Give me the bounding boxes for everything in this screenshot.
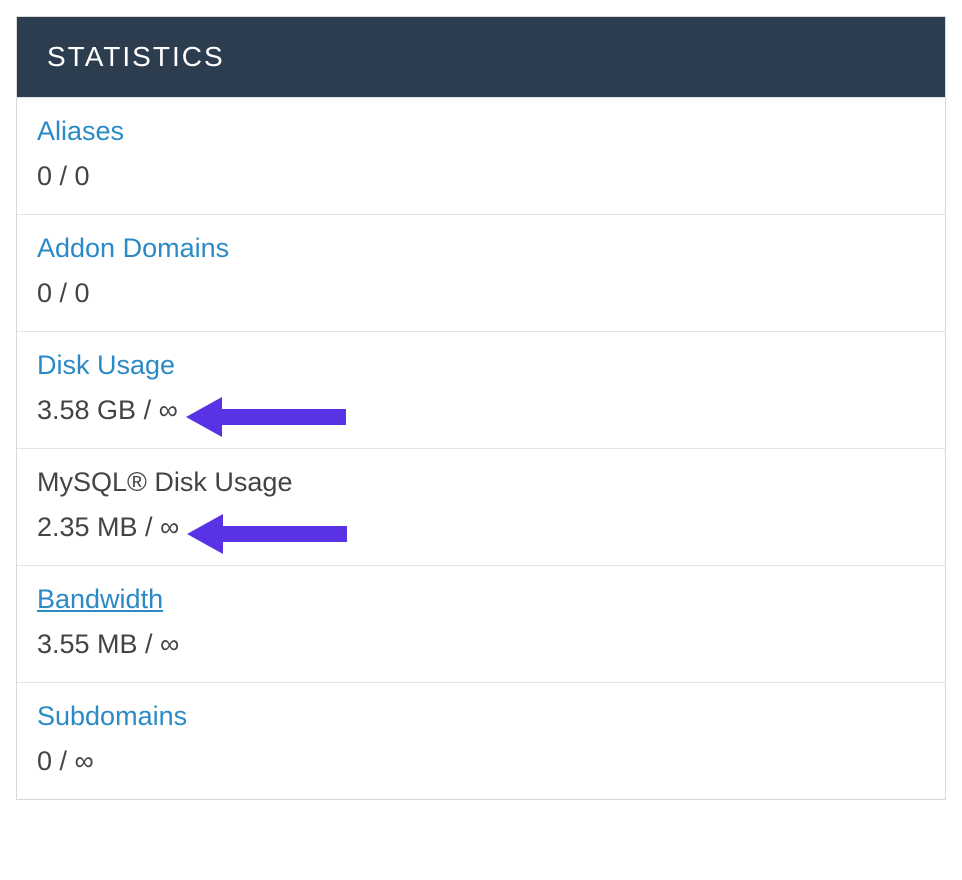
arrow-annotation-icon bbox=[187, 512, 347, 556]
subdomains-link[interactable]: Subdomains bbox=[37, 701, 187, 732]
panel-title: STATISTICS bbox=[17, 17, 945, 97]
stat-row-disk-usage: Disk Usage 3.58 GB / ∞ bbox=[17, 331, 945, 448]
stat-row-addon-domains: Addon Domains 0 / 0 bbox=[17, 214, 945, 331]
addon-domains-link[interactable]: Addon Domains bbox=[37, 233, 229, 264]
stat-row-bandwidth: Bandwidth 3.55 MB / ∞ bbox=[17, 565, 945, 682]
stat-row-aliases: Aliases 0 / 0 bbox=[17, 97, 945, 214]
mysql-disk-usage-value: 2.35 MB / ∞ bbox=[37, 512, 179, 543]
statistics-panel: STATISTICS Aliases 0 / 0 Addon Domains 0… bbox=[16, 16, 946, 800]
mysql-disk-usage-label: MySQL® Disk Usage bbox=[37, 467, 292, 498]
stat-row-subdomains: Subdomains 0 / ∞ bbox=[17, 682, 945, 799]
stat-row-mysql-disk-usage: MySQL® Disk Usage 2.35 MB / ∞ bbox=[17, 448, 945, 565]
bandwidth-link[interactable]: Bandwidth bbox=[37, 584, 163, 615]
disk-usage-link[interactable]: Disk Usage bbox=[37, 350, 175, 381]
disk-usage-value: 3.58 GB / ∞ bbox=[37, 395, 178, 426]
aliases-link[interactable]: Aliases bbox=[37, 116, 124, 147]
subdomains-value: 0 / ∞ bbox=[37, 746, 94, 777]
addon-domains-value: 0 / 0 bbox=[37, 278, 90, 309]
arrow-annotation-icon bbox=[186, 395, 346, 439]
bandwidth-value: 3.55 MB / ∞ bbox=[37, 629, 179, 660]
aliases-value: 0 / 0 bbox=[37, 161, 90, 192]
